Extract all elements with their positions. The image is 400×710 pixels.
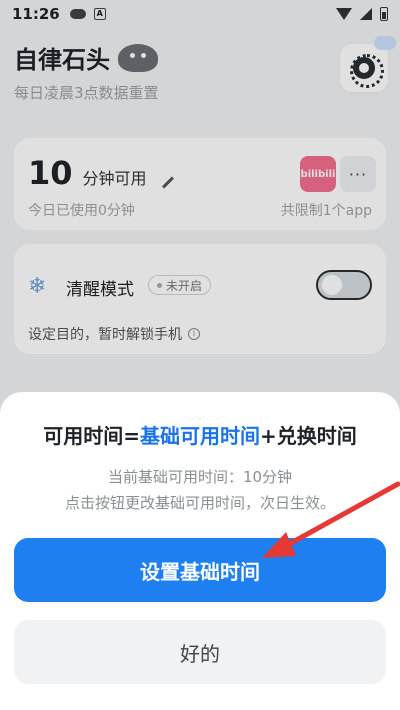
sheet-title-highlight: 基础可用时间: [140, 424, 260, 448]
screen: 11:26 A 自律石头 每日凌晨3点数据重置 10 分钟可用 今日已使用0分钟…: [0, 0, 400, 710]
set-base-time-button[interactable]: 设置基础时间: [14, 538, 386, 602]
change-hint-text: 点击按钮更改基础可用时间，次日生效。: [64, 494, 335, 512]
sheet-title-prefix: 可用时间=: [43, 424, 140, 448]
current-base-time-text: 当前基础可用时间：10分钟: [107, 468, 293, 486]
ok-button[interactable]: 好的: [14, 620, 386, 684]
sheet-title: 可用时间=基础可用时间+兑换时间: [0, 420, 400, 449]
bottom-sheet: 可用时间=基础可用时间+兑换时间 当前基础可用时间：10分钟 点击按钮更改基础可…: [0, 392, 400, 710]
sheet-title-suffix: +兑换时间: [260, 424, 357, 448]
